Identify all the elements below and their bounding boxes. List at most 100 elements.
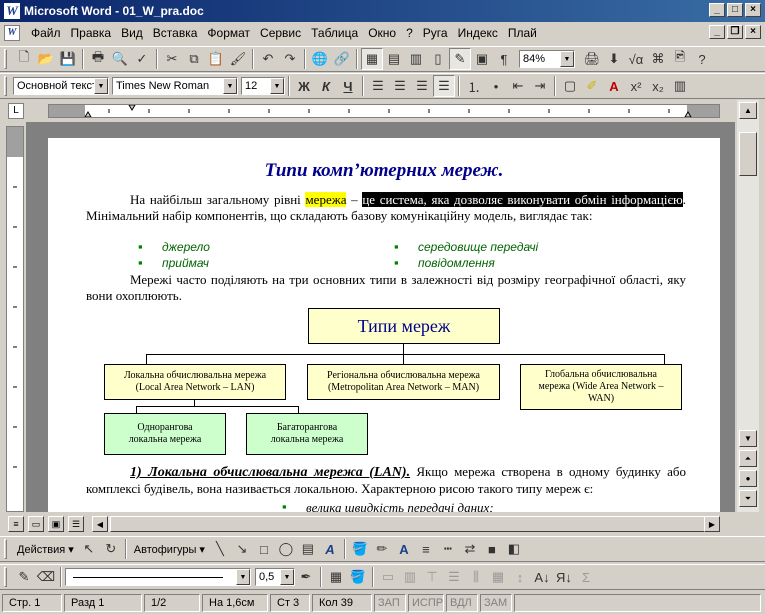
selected-text[interactable]: це система, яка дозволяє виконувати обмі… [362, 192, 683, 207]
toolbar-grip[interactable] [4, 49, 7, 69]
style-select[interactable]: Основной текст ▼ [13, 77, 109, 95]
align-center-icon[interactable]: ☰ [389, 75, 411, 97]
macro-icon[interactable]: ⌘ [647, 48, 669, 70]
scroll-up-icon[interactable]: ▲ [739, 102, 757, 119]
close-button[interactable]: × [745, 3, 761, 17]
shading-color-icon[interactable]: 🪣 [347, 566, 369, 588]
document-icon[interactable]: W [4, 25, 20, 41]
italic-button[interactable]: К [315, 75, 337, 97]
line-weight-select[interactable]: 0,5 ▼ [255, 568, 295, 586]
doc-close-button[interactable]: × [745, 25, 761, 39]
print-icon[interactable]: 🖶 [87, 48, 109, 70]
printer-icon[interactable]: 🖨 [581, 48, 603, 70]
line-color-icon[interactable]: ✏ [371, 538, 393, 560]
increase-indent-icon[interactable]: ⇥ [529, 75, 551, 97]
copy-icon[interactable]: ⧉ [183, 48, 205, 70]
minimize-button[interactable]: _ [709, 3, 725, 17]
autoshapes-menu[interactable]: Автофигуры ▾ [130, 543, 209, 556]
diagram-man-box[interactable]: Регіональна обчислювальна мережа (Metrop… [307, 364, 500, 400]
doc-minimize-button[interactable]: _ [709, 25, 725, 39]
zoom-select[interactable]: 84% ▼ [519, 50, 575, 68]
show-hide-icon[interactable]: ¶ [493, 48, 515, 70]
menu-edit[interactable]: Правка [66, 26, 117, 40]
toolbar-grip[interactable] [4, 567, 7, 587]
wordart-icon[interactable]: A [319, 538, 341, 560]
autosum-icon[interactable]: Σ [575, 566, 597, 588]
types-paragraph[interactable]: Мережі часто поділяють на три основних т… [86, 272, 686, 304]
menu-insert[interactable]: Вставка [148, 26, 203, 40]
bullets-icon[interactable]: • [485, 75, 507, 97]
table-autoformat-icon[interactable]: ▦ [487, 566, 509, 588]
sort-descending-icon[interactable]: Я↓ [553, 566, 575, 588]
justify-icon[interactable]: ☰ [433, 75, 455, 97]
actions-menu[interactable]: Действия ▾ [13, 543, 78, 556]
toolbar-grip[interactable] [4, 539, 7, 559]
scroll-down-icon[interactable]: ▼ [739, 430, 757, 447]
chevron-down-icon[interactable]: ▼ [560, 51, 574, 67]
spelling-icon[interactable]: ✓ [131, 48, 153, 70]
sort-ascending-icon[interactable]: A↓ [531, 566, 553, 588]
shadow-icon[interactable]: ■ [481, 538, 503, 560]
maximize-button[interactable]: □ [727, 3, 743, 17]
status-record[interactable]: ЗАП [374, 594, 406, 612]
scroll-right-icon[interactable]: ▶ [704, 516, 720, 532]
scroll-thumb[interactable] [739, 132, 757, 176]
menu-tools[interactable]: Сервис [255, 26, 306, 40]
status-extend[interactable]: ВДЛ [446, 594, 478, 612]
horizontal-scroll-thumb[interactable] [110, 516, 706, 532]
outline-view-icon[interactable]: ☰ [68, 516, 84, 532]
undo-icon[interactable]: ↶ [257, 48, 279, 70]
chevron-down-icon[interactable]: ▼ [223, 78, 237, 94]
align-right-icon[interactable]: ☰ [411, 75, 433, 97]
diagram-single-rank-box[interactable]: Однорангова локальна мережа [104, 413, 226, 455]
arrow-down-icon[interactable]: ⬇ [603, 48, 625, 70]
image-icon[interactable]: 🖻 [669, 48, 691, 70]
menu-window[interactable]: Окно [363, 26, 401, 40]
menu-view[interactable]: Вид [116, 26, 148, 40]
status-overtype[interactable]: ЗАМ [480, 594, 512, 612]
doc-restore-button[interactable]: ❐ [727, 25, 743, 39]
chevron-down-icon[interactable]: ▼ [280, 569, 294, 585]
chevron-down-icon[interactable]: ▼ [236, 569, 250, 585]
select-objects-icon[interactable]: ↖ [78, 538, 100, 560]
rectangle-tool-icon[interactable]: □ [253, 538, 275, 560]
select-browse-object-icon[interactable]: ● [739, 470, 757, 487]
split-cells-icon[interactable]: ▥ [399, 566, 421, 588]
columns-icon[interactable]: ▯ [427, 48, 449, 70]
vertical-scrollbar[interactable]: ▲ ▼ ⏶ ● ⏷ [737, 100, 759, 512]
menu-plai[interactable]: Плай [503, 26, 542, 40]
paste-icon[interactable]: 📋 [205, 48, 227, 70]
line-style-icon[interactable]: ≡ [415, 538, 437, 560]
web-toolbar-icon[interactable]: 🔗 [331, 48, 353, 70]
distribute-rows-icon[interactable]: ☰ [443, 566, 465, 588]
vertical-ruler[interactable] [6, 126, 24, 512]
line-style-select[interactable]: ▼ [65, 568, 251, 586]
fill-color-icon[interactable]: 🪣 [349, 538, 371, 560]
tables-borders-icon[interactable]: ▦ [361, 48, 383, 70]
hyperlink-icon[interactable]: 🌐 [309, 48, 331, 70]
dash-style-icon[interactable]: ┅ [437, 538, 459, 560]
normal-view-icon[interactable]: ≡ [8, 516, 24, 532]
outside-border-icon[interactable]: ▦ [325, 566, 347, 588]
chevron-down-icon[interactable]: ▼ [270, 78, 284, 94]
print-layout-icon[interactable]: ▣ [48, 516, 64, 532]
save-icon[interactable]: 💾 [57, 48, 79, 70]
font-select[interactable]: Times New Roman ▼ [112, 77, 238, 95]
chevron-down-icon[interactable]: ▼ [94, 78, 108, 94]
text-box-icon[interactable]: ▤ [297, 538, 319, 560]
print-preview-icon[interactable]: 🔍 [109, 48, 131, 70]
highlight-icon[interactable]: ✐ [581, 75, 603, 97]
3d-icon[interactable]: ◧ [503, 538, 525, 560]
scroll-left-icon[interactable]: ◀ [92, 516, 108, 532]
menu-format[interactable]: Формат [202, 26, 255, 40]
numbering-icon[interactable]: ⒈ [463, 75, 485, 97]
align-left-icon[interactable]: ☰ [367, 75, 389, 97]
horizontal-scrollbar[interactable]: ◀ ▶ [92, 516, 720, 532]
next-page-icon[interactable]: ⏷ [739, 490, 757, 507]
align-top-icon[interactable]: ⊤ [421, 566, 443, 588]
toolbar-grip[interactable] [4, 76, 7, 96]
tab-stop-selector[interactable]: L [8, 103, 24, 119]
underline-button[interactable]: Ч [337, 75, 359, 97]
eraser-icon[interactable]: ⌫ [35, 566, 57, 588]
document-map-icon[interactable]: ▣ [471, 48, 493, 70]
